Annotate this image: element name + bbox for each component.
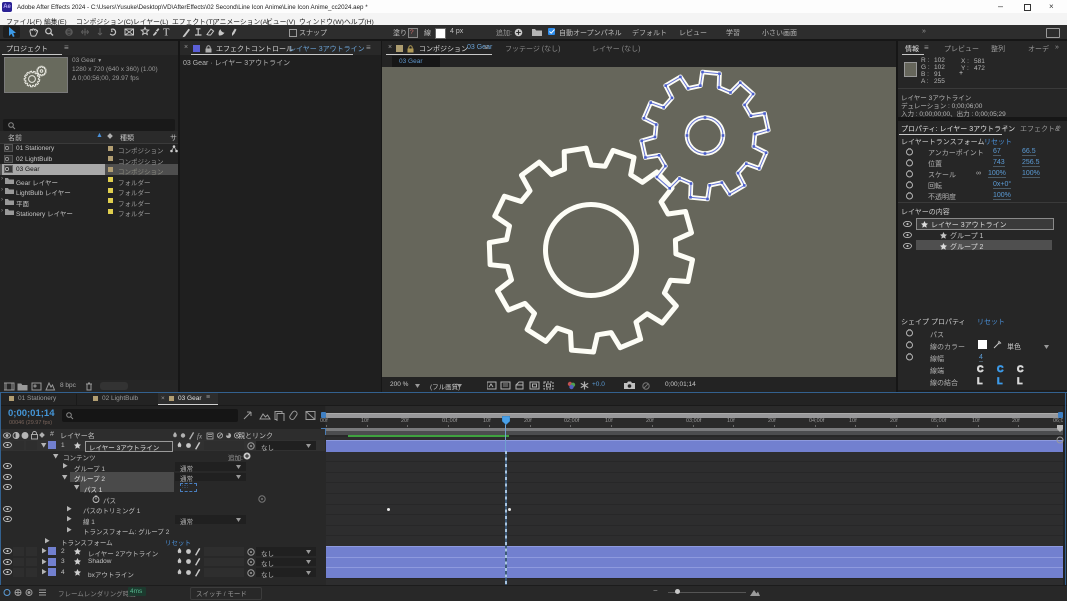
svg-text:C: C [997, 364, 1004, 374]
svg-text:L: L [977, 376, 983, 386]
svg-text:C: C [1017, 364, 1024, 374]
svg-text:L: L [1017, 376, 1023, 386]
svg-text:C: C [977, 364, 984, 374]
svg-text:T: T [163, 28, 170, 39]
svg-text:L: L [997, 376, 1003, 386]
svg-text:fx: fx [197, 432, 203, 440]
